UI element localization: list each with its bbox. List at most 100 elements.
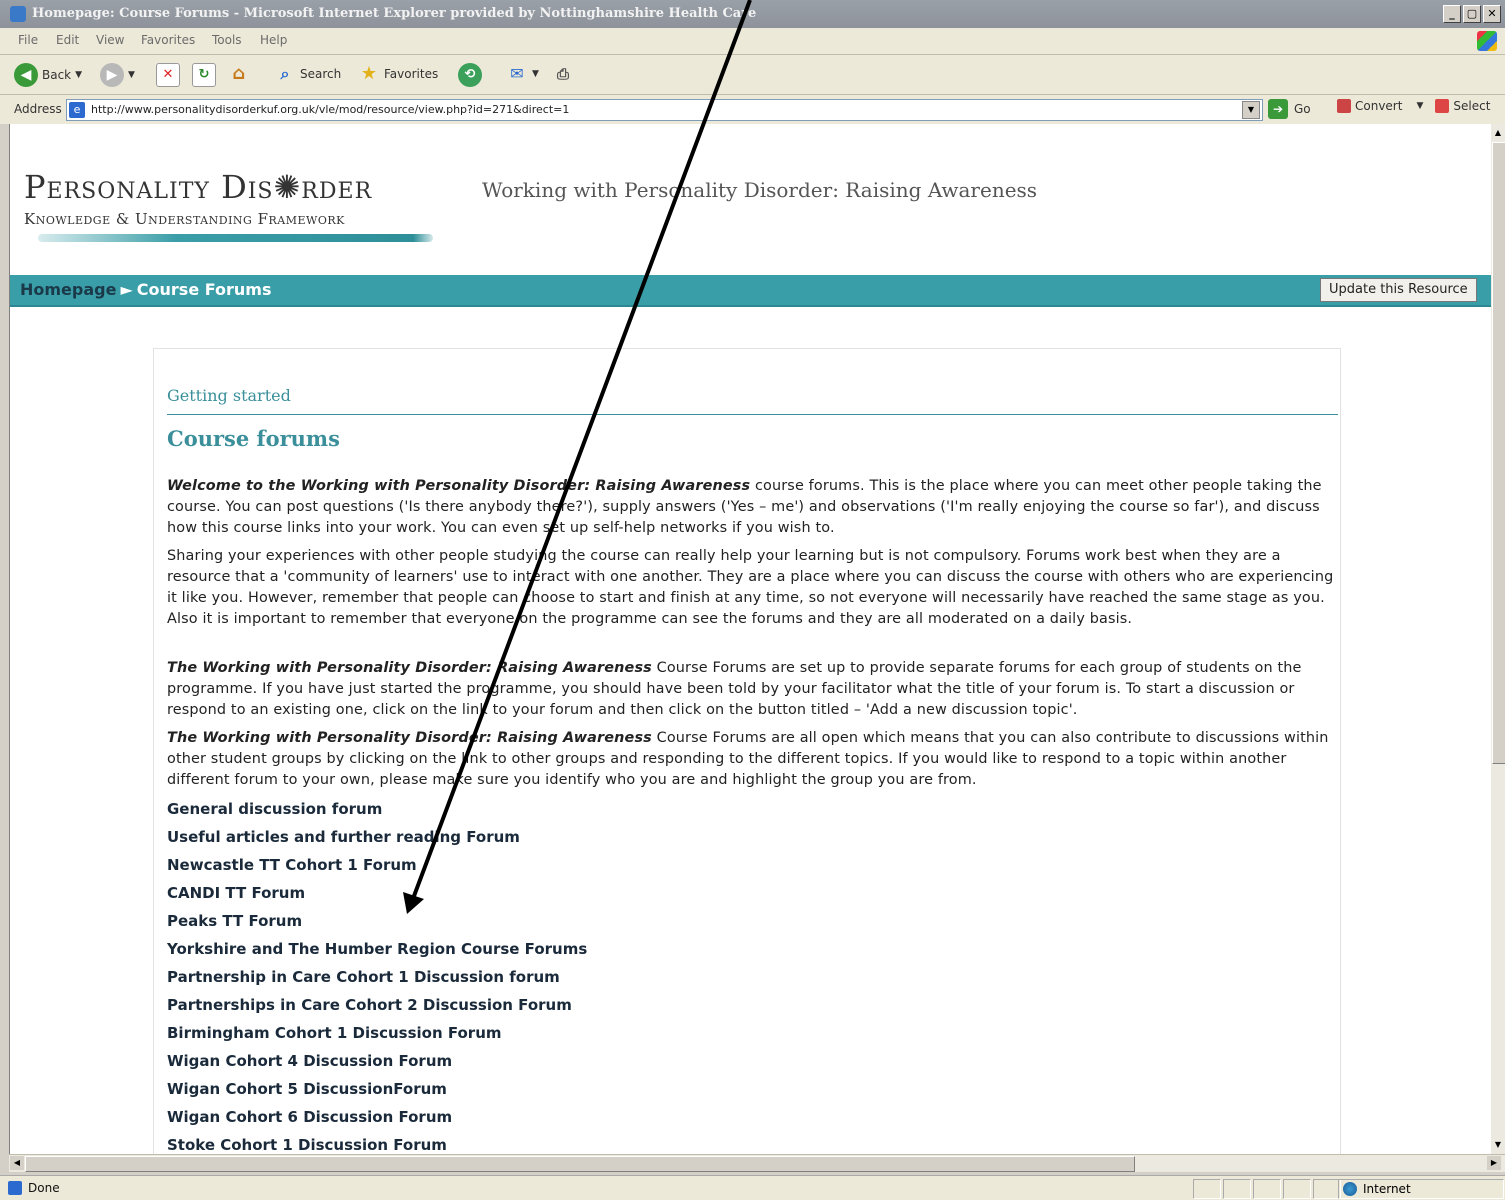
go-button[interactable]: ➔ Go (1268, 99, 1311, 119)
ie-app-icon (10, 6, 26, 22)
favorites-button[interactable]: ★ Favorites (358, 63, 438, 85)
breadcrumb-home-link[interactable]: Homepage (20, 280, 116, 299)
refresh-button[interactable]: ↻ (192, 63, 216, 87)
scroll-right-arrow-icon[interactable]: ▶ (1487, 1156, 1501, 1170)
toolbar: ◀ Back ▼ ▶ ▼ ✕ ↻ ⌂ ⌕ Search ★ Favorites … (0, 55, 1505, 95)
close-button[interactable]: ✕ (1483, 5, 1501, 23)
convert-pdf-icon (1337, 99, 1351, 113)
breadcrumb-current: Course Forums (136, 280, 272, 299)
forum-link[interactable]: Useful articles and further reading Foru… (167, 828, 520, 846)
select-pdf-icon (1435, 99, 1450, 113)
forward-button[interactable]: ▶ ▼ (100, 63, 135, 87)
address-bar: Address e http://www.personalitydisorder… (0, 95, 1505, 124)
status-text: Done (28, 1181, 60, 1195)
menu-favorites[interactable]: Favorites (141, 33, 195, 47)
history-button[interactable]: ⟲ (458, 63, 482, 87)
navigation-bar: Homepage ► Course Forums Update this Resou… (10, 275, 1491, 307)
forum-link[interactable]: Wigan Cohort 6 Discussion Forum (167, 1108, 452, 1126)
forum-link[interactable]: General discussion forum (167, 800, 382, 818)
convert-label: Convert (1355, 99, 1403, 113)
vertical-scrollbar[interactable]: ▲ ▼ (1491, 124, 1505, 1154)
forum-link[interactable]: Birmingham Cohort 1 Discussion Forum (167, 1024, 502, 1042)
intro-paragraph-2: Sharing your experiences with other peop… (167, 546, 1342, 630)
menu-tools[interactable]: Tools (212, 33, 242, 47)
mail-icon: ✉ (510, 64, 524, 83)
status-cells (1193, 1179, 1341, 1199)
minimize-button[interactable]: _ (1443, 5, 1461, 23)
forum-link[interactable]: Stoke Cohort 1 Discussion Forum (167, 1136, 447, 1154)
forum-link[interactable]: Yorkshire and The Humber Region Course F… (167, 940, 587, 958)
forum-link[interactable]: Peaks TT Forum (167, 912, 302, 930)
status-done: Done (8, 1181, 60, 1195)
print-icon: ⎙ (556, 65, 569, 83)
forum-link[interactable]: Wigan Cohort 5 DiscussionForum (167, 1080, 447, 1098)
favorites-label: Favorites (384, 67, 439, 81)
status-cell (1193, 1179, 1221, 1199)
logo-line1: Personality Dis✺rder (24, 168, 373, 206)
address-url: http://www.personalitydisorderkuf.org.uk… (91, 103, 570, 116)
site-logo[interactable]: Personality Dis✺rder Knowledge & Underst… (24, 168, 433, 242)
page-icon (8, 1181, 22, 1195)
scroll-left-arrow-icon[interactable]: ◀ (10, 1156, 24, 1170)
home-button[interactable]: ⌂ (228, 63, 250, 85)
para-1-bold: Welcome to the Working with Personality … (167, 478, 751, 494)
chevron-down-icon: ▼ (75, 70, 83, 80)
horizontal-scrollbar[interactable]: ◀ ▶ (9, 1154, 1505, 1172)
section-label: Getting started (167, 386, 291, 405)
print-button[interactable]: ⎙ (552, 63, 574, 85)
breadcrumb: Homepage ► Course Forums (20, 280, 272, 299)
window-title: Homepage: Course Forums - Microsoft Inte… (32, 6, 757, 21)
page-viewport: Personality Dis✺rder Knowledge & Underst… (9, 124, 1491, 1154)
favorites-star-icon: ★ (360, 63, 378, 84)
forum-link[interactable]: Wigan Cohort 4 Discussion Forum (167, 1052, 452, 1070)
logo-line2: Knowledge & Understanding Framework (24, 210, 345, 228)
address-input[interactable]: e http://www.personalitydisorderkuf.org.… (66, 99, 1263, 121)
status-cell (1253, 1179, 1281, 1199)
page-icon: e (69, 102, 85, 118)
vertical-scroll-thumb[interactable] (1492, 142, 1505, 764)
refresh-icon: ↻ (192, 63, 216, 87)
status-bar: Done Internet (0, 1175, 1505, 1200)
search-button[interactable]: ⌕ Search (274, 63, 342, 85)
windows-logo-icon (1477, 31, 1497, 51)
para-3-bold: The Working with Personality Disorder: R… (167, 660, 652, 676)
zone-label: Internet (1363, 1182, 1411, 1196)
stop-icon: ✕ (156, 63, 180, 87)
forum-link[interactable]: CANDI TT Forum (167, 884, 305, 902)
stop-button[interactable]: ✕ (156, 63, 180, 87)
para-2-text: Sharing your experiences with other peop… (167, 548, 1334, 627)
search-icon: ⌕ (280, 64, 290, 83)
address-label: Address (14, 102, 62, 116)
scroll-up-arrow-icon[interactable]: ▲ (1492, 126, 1504, 140)
intro-paragraph-4: The Working with Personality Disorder: R… (167, 728, 1342, 791)
chevron-down-icon: ▼ (1416, 101, 1424, 111)
site-title: Working with Personality Disorder: Raisi… (482, 178, 1038, 202)
forum-link[interactable]: Partnership in Care Cohort 1 Discussion … (167, 968, 560, 986)
menu-edit[interactable]: Edit (56, 33, 79, 47)
select-label[interactable]: Select (1453, 99, 1490, 113)
forum-link[interactable]: Newcastle TT Cohort 1 Forum (167, 856, 417, 874)
intro-paragraph-1: Welcome to the Working with Personality … (167, 476, 1342, 539)
menu-bar: File Edit View Favorites Tools Help (0, 28, 1505, 55)
maximize-button[interactable]: ▢ (1463, 5, 1481, 23)
back-button[interactable]: ◀ Back ▼ (14, 63, 82, 87)
convert-button[interactable]: Convert ▼ Select (1337, 99, 1490, 113)
scroll-down-arrow-icon[interactable]: ▼ (1492, 1138, 1504, 1152)
update-resource-button[interactable]: Update this Resource (1320, 278, 1477, 302)
logo-brush-stroke (38, 234, 433, 242)
menu-view[interactable]: View (96, 33, 124, 47)
horizontal-scroll-thumb[interactable] (25, 1156, 1135, 1172)
back-arrow-icon: ◀ (14, 63, 38, 87)
status-cell (1223, 1179, 1251, 1199)
chevron-down-icon: ▼ (532, 69, 539, 79)
mail-button[interactable]: ✉ ▼ (506, 63, 539, 85)
forum-link[interactable]: Partnerships in Care Cohort 2 Discussion… (167, 996, 572, 1014)
window-controls: _ ▢ ✕ (1443, 5, 1501, 23)
status-cell (1283, 1179, 1311, 1199)
go-arrow-icon: ➔ (1268, 99, 1288, 119)
chevron-down-icon: ▼ (128, 70, 135, 80)
address-dropdown-icon[interactable]: ▼ (1242, 101, 1260, 119)
menu-file[interactable]: File (18, 33, 38, 47)
menu-help[interactable]: Help (260, 33, 287, 47)
history-icon: ⟲ (458, 63, 482, 87)
